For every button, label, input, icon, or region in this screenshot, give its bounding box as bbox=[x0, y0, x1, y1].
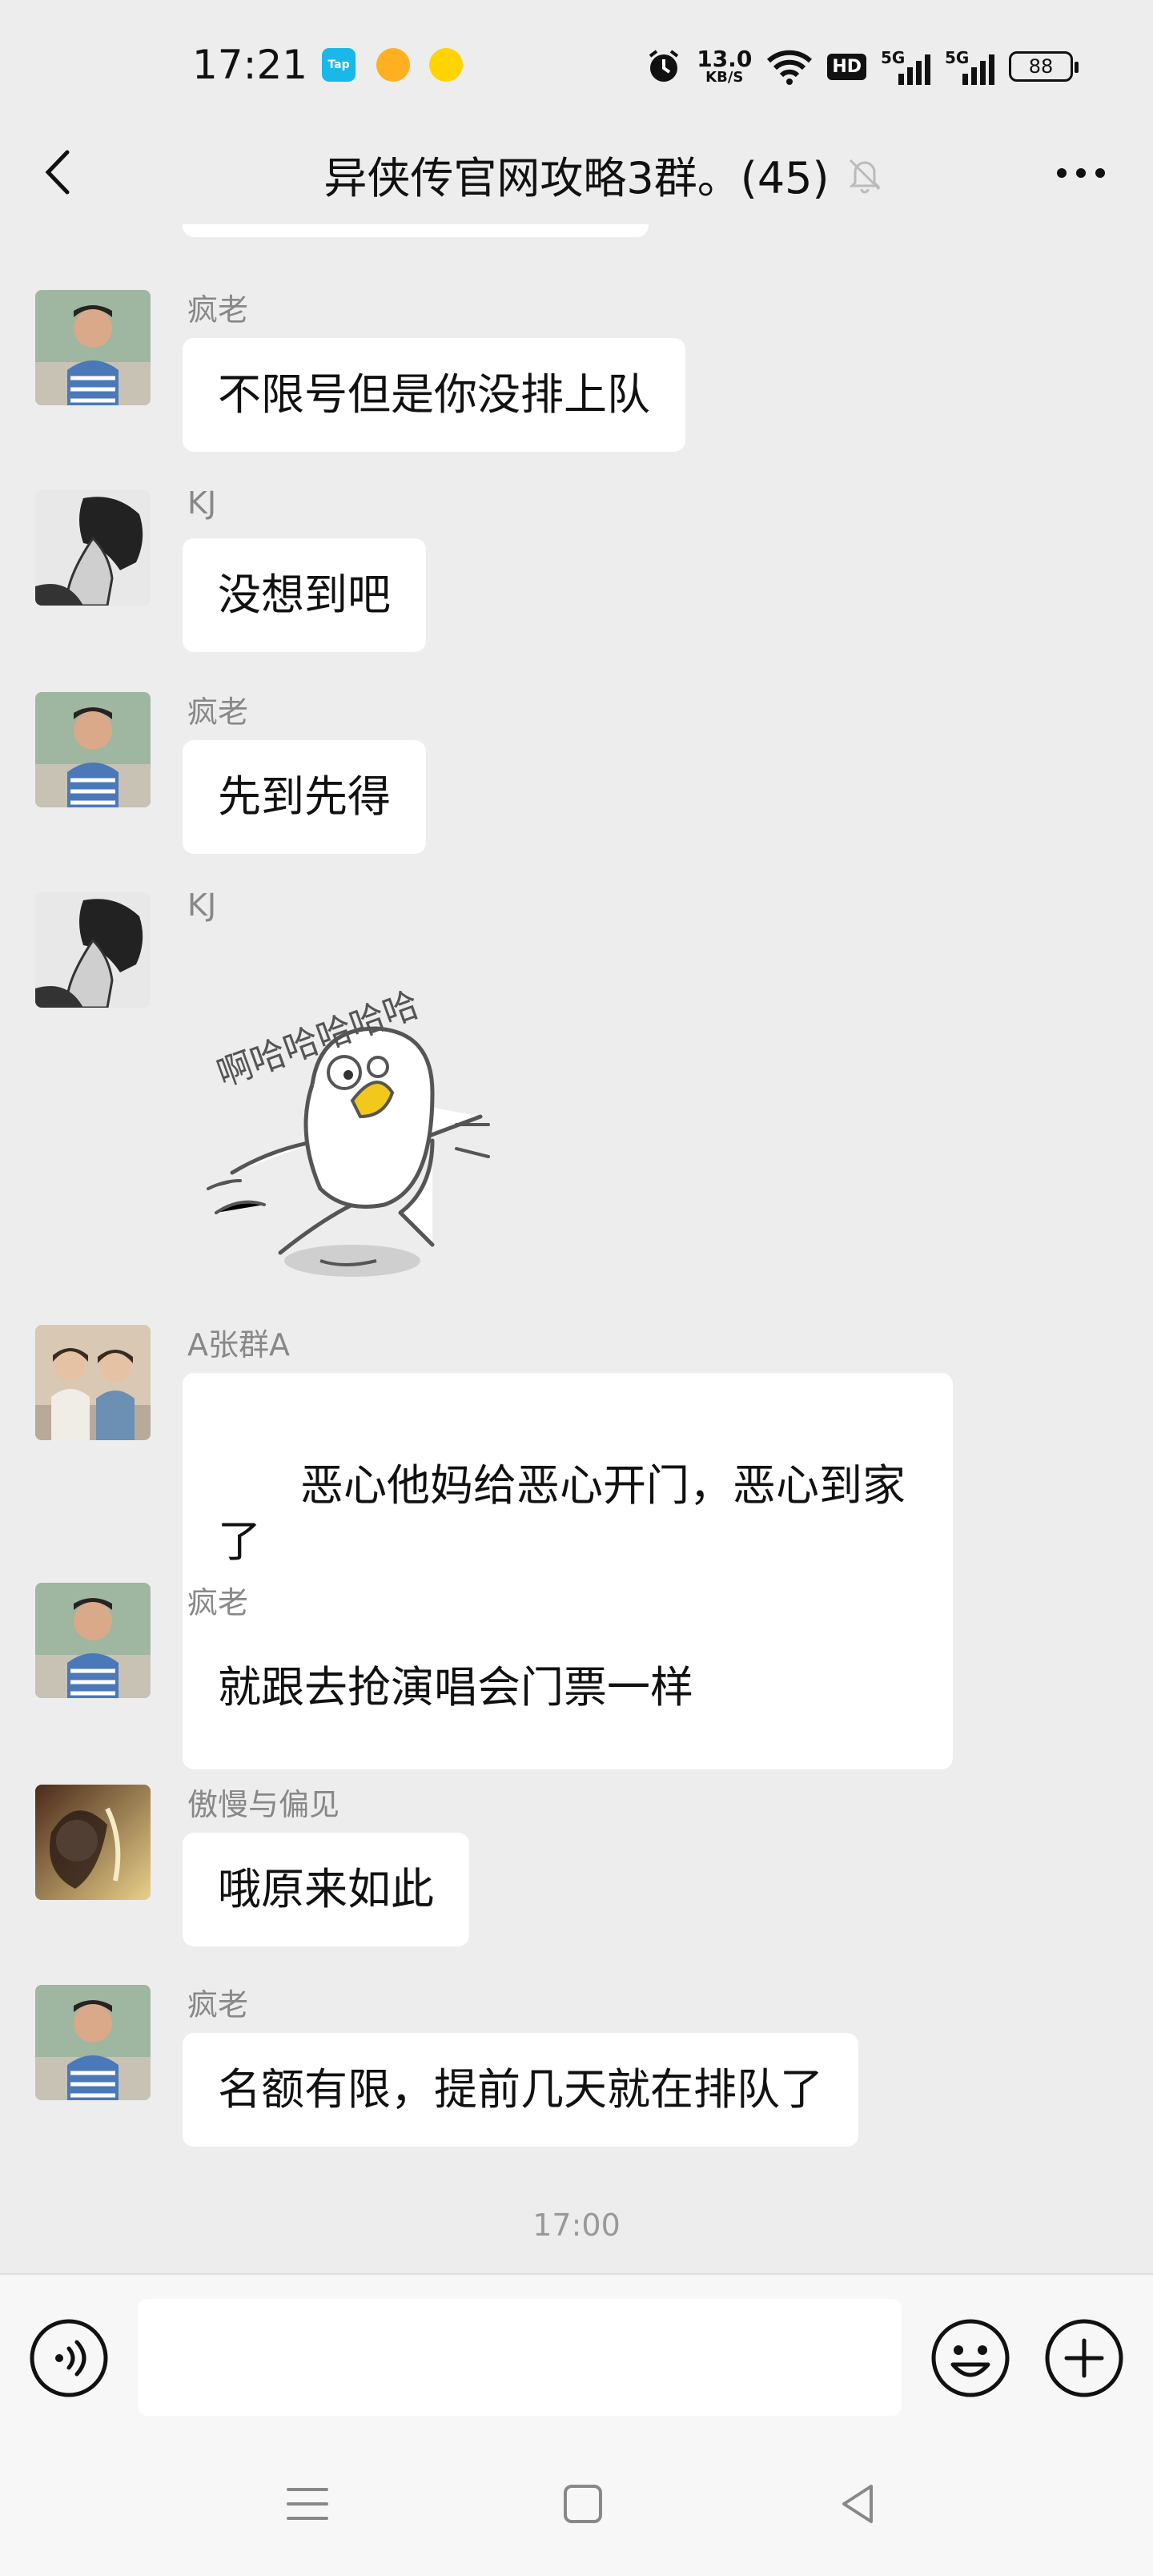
alarm-icon bbox=[649, 50, 679, 82]
menu-icon[interactable] bbox=[282, 2478, 333, 2530]
signal-icon-2: 5G bbox=[945, 48, 994, 85]
message-text: 恶心他妈给恶心开门，恶心到家了 bbox=[218, 1460, 906, 1567]
sender-name: 疯老 bbox=[187, 1585, 249, 1620]
message-bubble[interactable]: 名额有限，提前几天就在排队了 bbox=[183, 2033, 858, 2147]
message-bubble[interactable]: 没想到吧 bbox=[183, 538, 426, 652]
emoji-icon[interactable] bbox=[929, 2316, 1012, 2400]
status-bar: 17:21 Tap 13.0 KB/S HD 5G 5G 88 bbox=[0, 0, 1153, 120]
message-bubble[interactable]: 先到先得 bbox=[183, 740, 426, 854]
chat-title: 异侠传官网攻略3群。(45) bbox=[323, 153, 830, 203]
sender-name: KJ bbox=[187, 888, 217, 923]
avatar[interactable] bbox=[35, 490, 151, 606]
status-time: 17:21 bbox=[192, 42, 308, 88]
sender-name: 傲慢与偏见 bbox=[187, 1787, 340, 1822]
battery-icon: 88 bbox=[1009, 51, 1079, 82]
system-nav-bar bbox=[0, 2432, 1153, 2576]
signal-icon: 5G bbox=[881, 48, 930, 85]
message-bubble[interactable]: 不限号但是你没排上队 bbox=[183, 338, 685, 452]
message-bubble[interactable]: 就跟去抢演唱会门票一样 bbox=[183, 1631, 729, 1745]
avatar[interactable] bbox=[35, 290, 151, 405]
muted-bell-icon bbox=[849, 159, 881, 194]
home-icon[interactable] bbox=[557, 2478, 609, 2530]
input-bar bbox=[0, 2273, 1153, 2433]
avatar[interactable] bbox=[35, 692, 151, 807]
message-bubble[interactable]: 哦原来如此 bbox=[183, 1833, 469, 1946]
tap-app-icon: Tap bbox=[322, 48, 356, 82]
rabbit-app-icon bbox=[429, 48, 463, 82]
avatar[interactable] bbox=[35, 1985, 151, 2100]
sender-name: 疯老 bbox=[187, 292, 249, 328]
avatar[interactable] bbox=[35, 1583, 151, 1698]
time-divider: 17:00 bbox=[532, 2208, 621, 2243]
avatar[interactable] bbox=[35, 892, 151, 1008]
sender-name: 疯老 bbox=[187, 694, 249, 730]
sender-name: KJ bbox=[187, 485, 217, 521]
avatar[interactable] bbox=[35, 1785, 151, 1900]
more-options-icon[interactable] bbox=[1049, 149, 1113, 197]
back-triangle-icon[interactable] bbox=[833, 2478, 884, 2530]
sender-name: A张群A bbox=[187, 1327, 290, 1362]
message-input[interactable] bbox=[138, 2299, 902, 2416]
net-speed: 13.0 KB/S bbox=[697, 48, 752, 85]
voice-input-icon[interactable] bbox=[27, 2316, 110, 2400]
net-speed-value: 13.0 bbox=[697, 46, 753, 72]
video-app-icon bbox=[376, 48, 410, 82]
chat-header: 异侠传官网攻略3群。(45) bbox=[0, 120, 1153, 224]
net-speed-unit: KB/S bbox=[705, 69, 744, 86]
add-more-icon[interactable] bbox=[1043, 2316, 1126, 2400]
hd-badge: HD bbox=[827, 53, 866, 80]
partial-bubble bbox=[183, 224, 649, 237]
wifi-icon bbox=[767, 50, 813, 85]
sender-name: 疯老 bbox=[187, 1987, 249, 2023]
chat-messages[interactable]: 疯老 不限号但是你没排上队 KJ 没想到吧 疯老 先到先得 KJ 啊哈哈哈哈哈 … bbox=[0, 224, 1153, 2273]
avatar[interactable] bbox=[35, 1325, 151, 1440]
sticker-image[interactable]: 啊哈哈哈哈哈 bbox=[192, 940, 528, 1309]
